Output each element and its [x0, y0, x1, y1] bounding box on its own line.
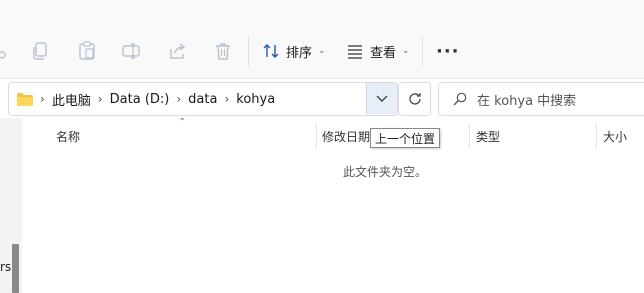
sort-label: 排序 — [286, 45, 313, 61]
breadcrumb-separator: › — [224, 92, 230, 106]
search-icon — [453, 92, 467, 106]
breadcrumb-separator: › — [40, 92, 45, 106]
refresh-icon — [408, 93, 421, 105]
sort-button[interactable]: 排序 ⌄ — [262, 40, 326, 62]
breadcrumb-kohya[interactable]: kohya — [236, 92, 275, 107]
paste-icon[interactable] — [76, 40, 98, 62]
navigation-item-partial[interactable]: rs — [0, 260, 11, 274]
chevron-down-icon: ⌄ — [318, 46, 326, 56]
sort-ascending-icon: ⌃ — [178, 117, 187, 128]
column-header-modified[interactable]: 修改日期 — [322, 128, 370, 145]
column-divider[interactable] — [316, 124, 317, 148]
view-label: 查看 — [370, 45, 397, 61]
breadcrumb-separator: › — [176, 92, 182, 106]
column-divider[interactable] — [596, 124, 597, 148]
column-divider[interactable] — [469, 124, 470, 148]
column-header-type[interactable]: 类型 — [476, 128, 500, 145]
share-icon[interactable] — [166, 40, 188, 62]
chevron-down-icon — [376, 95, 388, 102]
tooltip: 上一个位置 — [370, 128, 441, 148]
breadcrumb-drive[interactable]: Data (D:) — [110, 92, 170, 107]
command-bar: 排序 ⌄ 查看 ⌄ ··· — [0, 0, 644, 79]
breadcrumb-data[interactable]: data — [188, 92, 217, 107]
more-options-button[interactable]: ··· — [436, 41, 460, 62]
view-button[interactable]: 查看 ⌄ — [346, 40, 410, 62]
view-icon — [348, 45, 362, 59]
column-header-size[interactable]: 大小 — [603, 128, 627, 145]
copy-icon[interactable] — [30, 40, 52, 62]
breadcrumb-separator: › — [97, 92, 103, 106]
navigation-scrollbar[interactable] — [12, 244, 19, 293]
search-placeholder: 在 kohya 中搜索 — [477, 93, 577, 109]
address-bar[interactable]: › 此电脑 › Data (D:) › data › kohya — [8, 82, 398, 116]
column-header-name[interactable]: 名称 — [56, 128, 80, 145]
search-input[interactable]: 在 kohya 中搜索 — [438, 82, 644, 116]
folder-icon — [17, 92, 33, 106]
breadcrumb-this-pc[interactable]: 此电脑 — [52, 90, 91, 109]
sort-icon — [263, 44, 279, 58]
cut-icon[interactable] — [0, 40, 10, 62]
toolbar-divider — [422, 36, 423, 66]
delete-icon[interactable] — [212, 40, 234, 62]
recent-locations-dropdown[interactable] — [366, 83, 397, 114]
toolbar-divider — [248, 36, 249, 66]
rename-icon[interactable] — [120, 40, 142, 62]
chevron-down-icon: ⌄ — [402, 46, 410, 56]
refresh-button[interactable] — [398, 82, 431, 116]
empty-folder-message: 此文件夹为空。 — [343, 165, 428, 179]
